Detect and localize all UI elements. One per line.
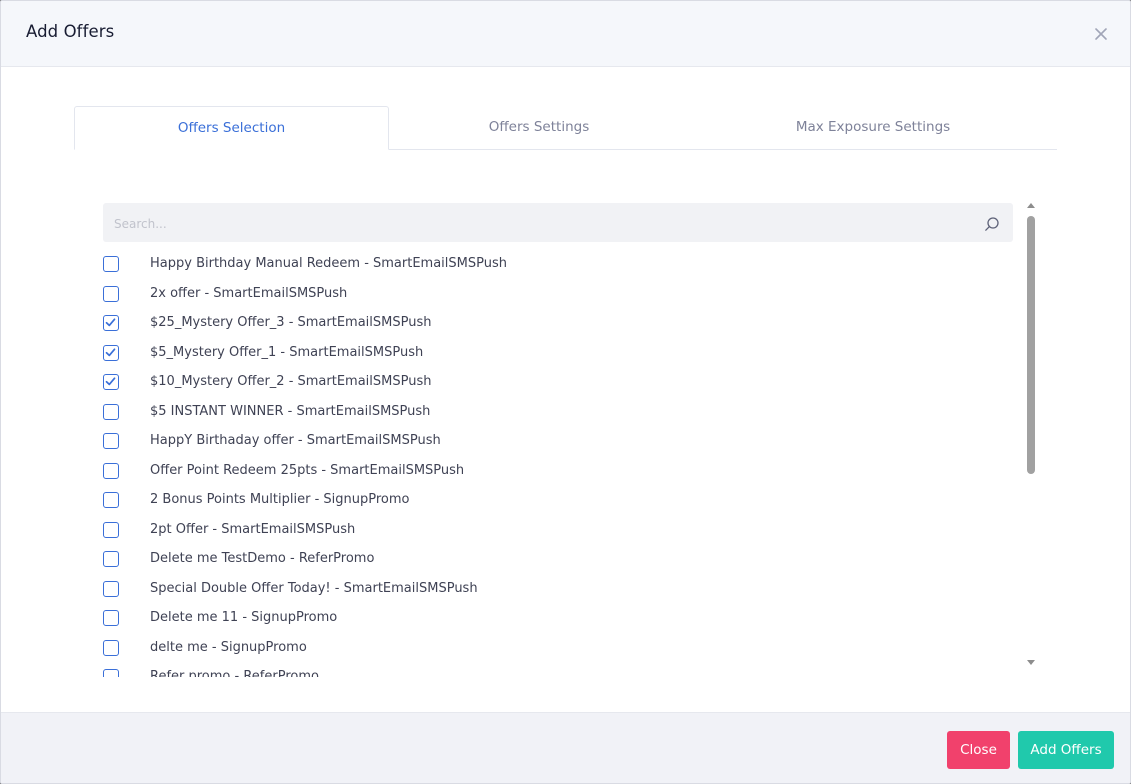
offer-item[interactable]: Offer Point Redeem 25pts - SmartEmailSMS… <box>103 457 1013 487</box>
modal-title: Add Offers <box>26 22 115 41</box>
offer-label: 2pt Offer - SmartEmailSMSPush <box>150 521 356 537</box>
offer-item[interactable]: 2x offer - SmartEmailSMSPush <box>103 280 1013 310</box>
tab-offers-settings[interactable]: Offers Settings <box>388 106 690 148</box>
offer-label: Happy Birthday Manual Redeem - SmartEmai… <box>150 256 507 271</box>
offer-item[interactable]: Special Double Offer Today! - SmartEmail… <box>103 575 1013 605</box>
offer-item[interactable]: $25_Mystery Offer_3 - SmartEmailSMSPush <box>103 309 1013 339</box>
offer-list-panel: Happy Birthday Manual Redeem - SmartEmai… <box>103 199 1038 677</box>
offer-label: Refer promo - ReferPromo <box>150 669 319 677</box>
offer-item[interactable]: $5_Mystery Offer_1 - SmartEmailSMSPush <box>103 339 1013 369</box>
checkmark-icon <box>105 377 116 386</box>
checkbox-unchecked[interactable] <box>103 433 119 449</box>
offer-label: Delete me TestDemo - ReferPromo <box>150 551 375 566</box>
search-icon[interactable] <box>984 216 1000 232</box>
offer-label: Offer Point Redeem 25pts - SmartEmailSMS… <box>150 462 465 478</box>
checkbox-checked[interactable] <box>103 374 119 390</box>
add-offers-modal: Add Offers Offers Selection Offers Setti… <box>0 0 1131 784</box>
offer-item[interactable]: Refer promo - ReferPromo <box>103 663 1013 677</box>
tab-bar: Offers Selection Offers Settings Max Exp… <box>74 106 1057 150</box>
checkbox-checked[interactable] <box>103 344 119 361</box>
offer-item[interactable]: 2 Bonus Points Multiplier - SignupPromo <box>103 486 1013 516</box>
offer-list: Happy Birthday Manual Redeem - SmartEmai… <box>103 250 1013 677</box>
checkbox-unchecked[interactable] <box>103 285 119 302</box>
offer-item[interactable]: $10_Mystery Offer_2 - SmartEmailSMSPush <box>103 368 1013 398</box>
offer-label: 2x offer - SmartEmailSMSPush <box>150 285 348 301</box>
offer-label: $25_Mystery Offer_3 - SmartEmailSMSPush <box>150 315 432 330</box>
offer-label: $5 INSTANT WINNER - SmartEmailSMSPush <box>150 403 431 419</box>
offer-label: HappY Birthaday offer - SmartEmailSMSPus… <box>150 433 441 448</box>
checkmark-icon <box>105 347 116 356</box>
offer-item[interactable]: delte me - SignupPromo <box>103 634 1013 664</box>
tab-offers-selection[interactable]: Offers Selection <box>74 106 389 150</box>
search-input[interactable] <box>112 203 976 244</box>
scroll-up-arrow-icon[interactable] <box>1027 203 1035 208</box>
tab-max-exposure-settings[interactable]: Max Exposure Settings <box>705 106 1041 148</box>
modal-header: Add Offers <box>1 1 1130 67</box>
scroll-down-arrow-icon[interactable] <box>1027 660 1035 665</box>
checkbox-unchecked[interactable] <box>103 492 119 508</box>
checkbox-checked[interactable] <box>103 315 119 331</box>
offer-item[interactable]: $5 INSTANT WINNER - SmartEmailSMSPush <box>103 398 1013 428</box>
close-button[interactable]: Close <box>947 731 1010 769</box>
offer-label: delte me - SignupPromo <box>150 639 307 655</box>
offer-label: Special Double Offer Today! - SmartEmail… <box>150 580 478 596</box>
close-icon[interactable] <box>1093 26 1109 42</box>
checkbox-unchecked[interactable] <box>103 580 119 597</box>
modal-footer: Close Add Offers <box>1 712 1130 783</box>
offer-label: 2 Bonus Points Multiplier - SignupPromo <box>150 492 410 507</box>
offer-label: $5_Mystery Offer_1 - SmartEmailSMSPush <box>150 344 424 360</box>
offer-item[interactable]: Happy Birthday Manual Redeem - SmartEmai… <box>103 250 1013 280</box>
search-box <box>103 203 1013 244</box>
offer-item[interactable]: HappY Birthaday offer - SmartEmailSMSPus… <box>103 427 1013 457</box>
offer-item[interactable]: 2pt Offer - SmartEmailSMSPush <box>103 516 1013 546</box>
checkbox-unchecked[interactable] <box>103 639 119 656</box>
offer-item[interactable]: Delete me TestDemo - ReferPromo <box>103 545 1013 575</box>
offer-item[interactable]: Delete me 11 - SignupPromo <box>103 604 1013 634</box>
checkbox-unchecked[interactable] <box>103 462 119 479</box>
scroll-thumb[interactable] <box>1027 216 1035 474</box>
checkbox-unchecked[interactable] <box>103 256 119 272</box>
scrollbar[interactable] <box>1025 199 1037 671</box>
add-offers-button[interactable]: Add Offers <box>1018 731 1114 769</box>
offer-label: $10_Mystery Offer_2 - SmartEmailSMSPush <box>150 374 432 389</box>
checkbox-unchecked[interactable] <box>103 551 119 567</box>
checkbox-unchecked[interactable] <box>103 610 119 626</box>
checkbox-unchecked[interactable] <box>103 521 119 538</box>
offer-label: Delete me 11 - SignupPromo <box>150 610 338 625</box>
checkmark-icon <box>105 318 116 327</box>
checkbox-unchecked[interactable] <box>103 403 119 420</box>
checkbox-unchecked[interactable] <box>103 669 119 677</box>
